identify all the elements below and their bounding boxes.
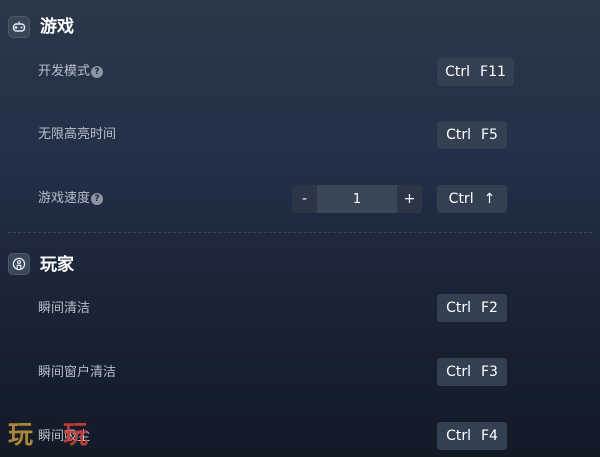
instant-clean-label: 瞬间清洁 xyxy=(38,299,90,319)
hotkey-key: F3 xyxy=(480,364,498,380)
instant-window-clean-label: 瞬间窗户清洁 xyxy=(38,363,116,383)
infinite-highlight-label-text: 无限高亮时间 xyxy=(38,127,117,142)
increment-button[interactable]: + xyxy=(397,185,422,213)
hotkey-modifier: Ctrl xyxy=(446,364,471,380)
instant-window-clean-label-text: 瞬间窗户清洁 xyxy=(38,365,117,380)
hotkey-key: F5 xyxy=(480,127,498,143)
game-speed-value[interactable]: 1 xyxy=(317,185,397,213)
help-icon[interactable]: ? xyxy=(91,66,104,78)
player-icon xyxy=(8,253,30,275)
infinite-highlight-label: 无限高亮时间 xyxy=(38,125,116,145)
hotkey-modifier: Ctrl xyxy=(446,127,471,143)
hotkey-modifier: Ctrl xyxy=(445,64,471,80)
infinite-highlight-hotkey-button[interactable]: Ctrl F5 xyxy=(437,121,507,149)
hotkey-modifier: Ctrl xyxy=(446,428,471,444)
hotkey-modifier: Ctrl xyxy=(446,300,471,316)
hotkey-key: ↑ xyxy=(483,191,496,207)
instant-clean-hotkey-button[interactable]: Ctrl F2 xyxy=(437,294,507,322)
instant-clean-label-text: 瞬间清洁 xyxy=(38,301,91,316)
dev-mode-hotkey-button[interactable]: Ctrl F11 xyxy=(437,58,514,86)
watermark-left: 玩 xyxy=(8,420,34,449)
game-speed-label: 游戏速度 ? xyxy=(38,189,104,209)
instant-window-clean-hotkey-button[interactable]: Ctrl F3 xyxy=(437,358,507,386)
hotkey-key: F2 xyxy=(480,300,498,316)
dev-mode-label: 开发模式 ? xyxy=(38,62,104,82)
decrement-button[interactable]: - xyxy=(292,185,317,213)
watermark-right: 玩 xyxy=(63,420,89,449)
help-icon[interactable]: ? xyxy=(91,193,104,205)
dev-mode-label-text: 开发模式 xyxy=(38,64,91,79)
hotkey-key: F11 xyxy=(480,64,506,80)
hotkey-key: F4 xyxy=(480,428,498,444)
instant-vacuum-hotkey-button[interactable]: Ctrl F4 xyxy=(437,422,507,450)
section-title-game: 游戏 xyxy=(40,17,74,37)
game-speed-label-text: 游戏速度 xyxy=(38,191,91,206)
gamepad-icon xyxy=(8,16,30,38)
game-speed-stepper: - 1 + xyxy=(292,185,422,213)
game-speed-hotkey-button[interactable]: Ctrl ↑ xyxy=(437,185,507,213)
section-divider xyxy=(8,232,592,233)
section-title-player: 玩家 xyxy=(40,255,74,275)
hotkey-modifier: Ctrl xyxy=(448,191,474,207)
watermark: 玩 玩 xyxy=(8,418,88,452)
